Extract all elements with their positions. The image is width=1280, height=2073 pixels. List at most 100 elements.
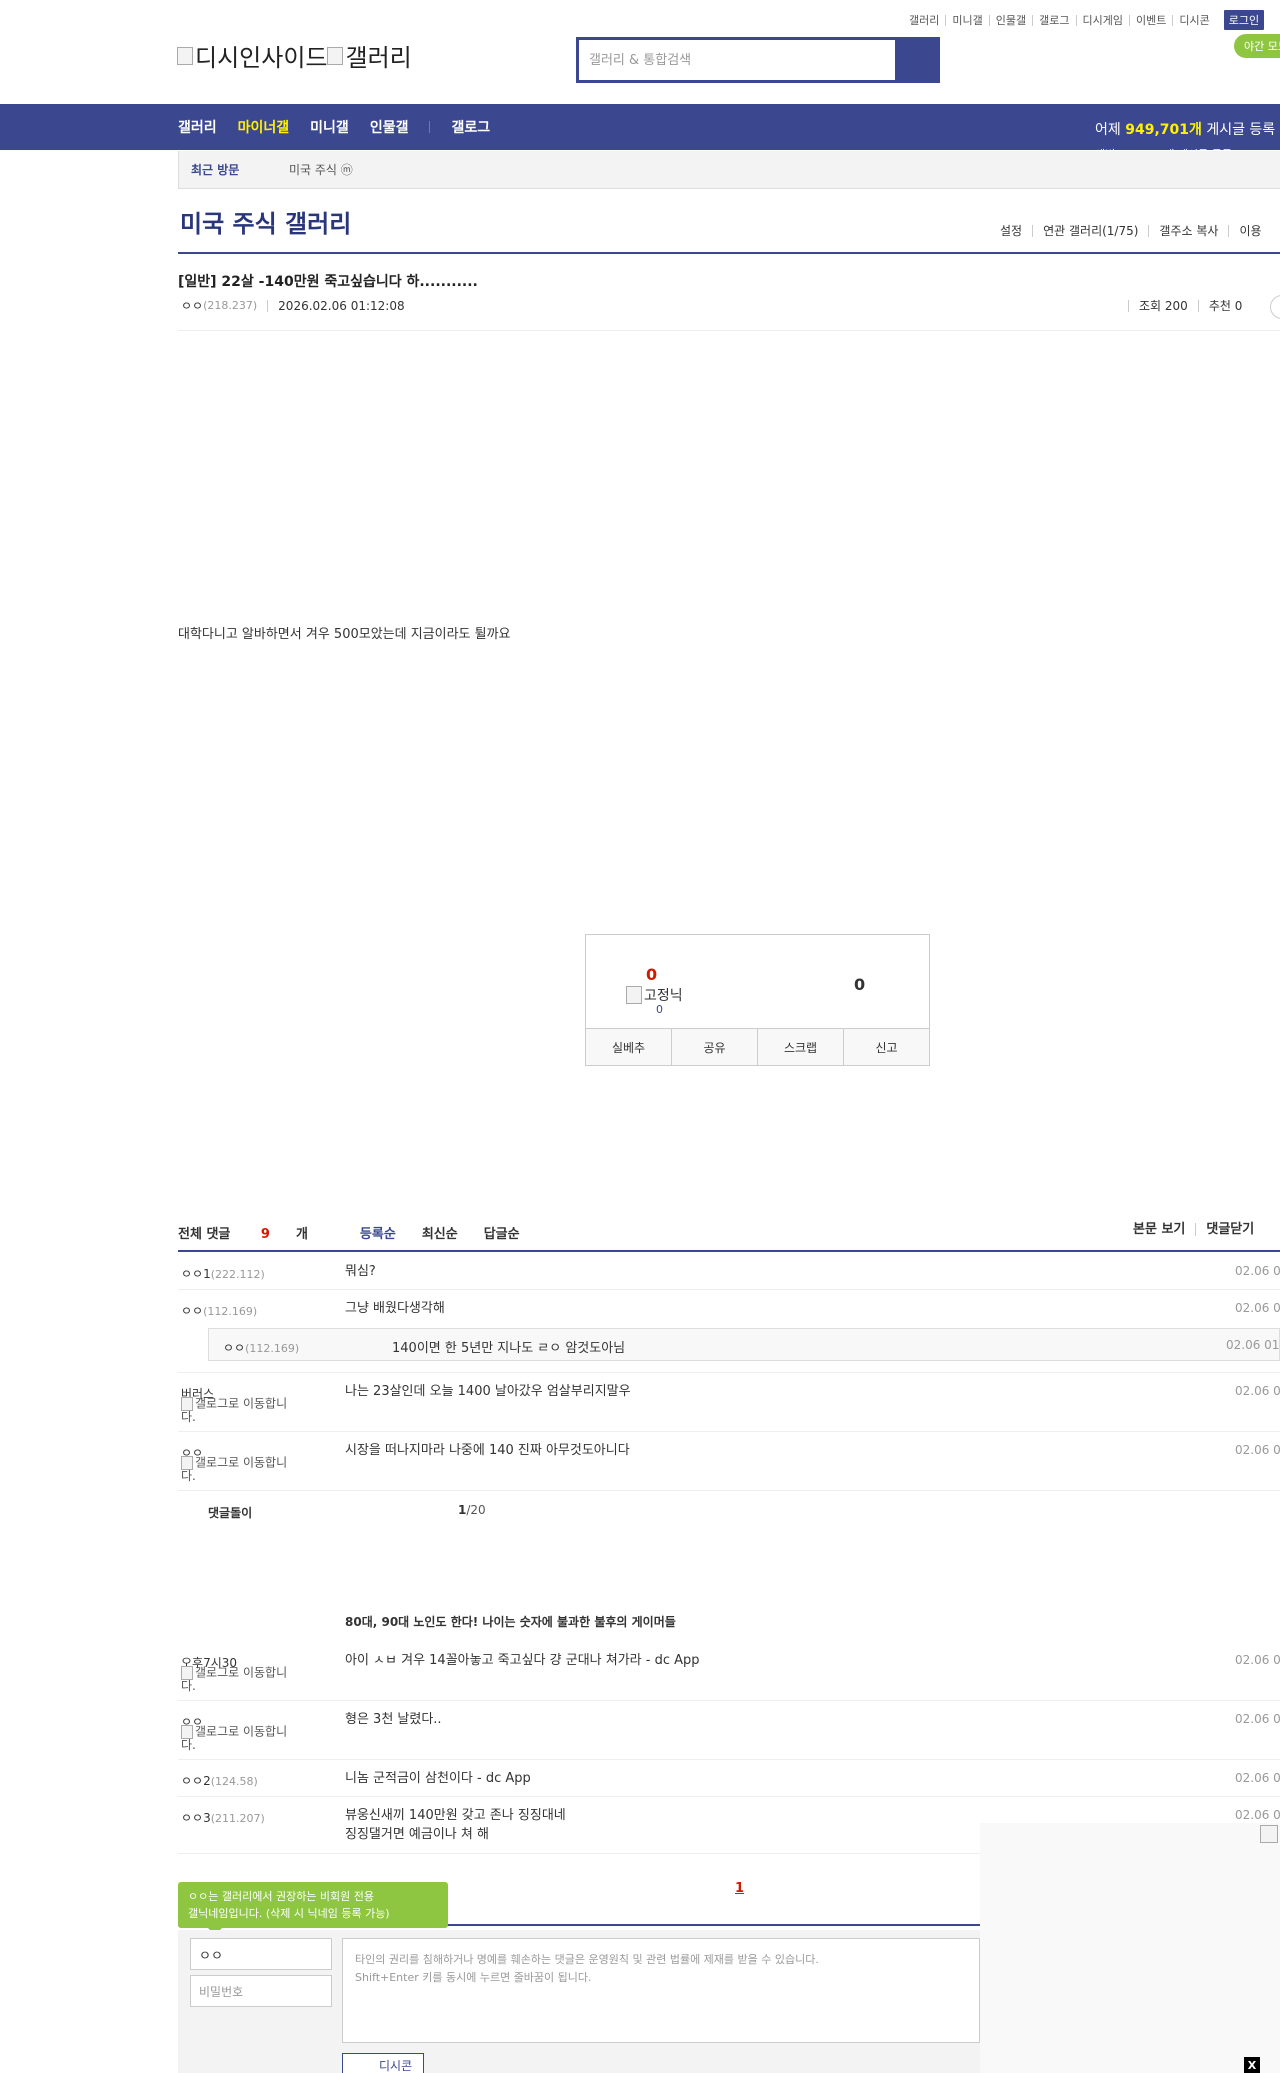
gallog-icon[interactable]: 갤로그로 이동합니다.	[181, 1666, 301, 1693]
gallery-menu-settings[interactable]: 설정	[990, 225, 1032, 237]
comment-nick-name: ㅇㅇ	[181, 1304, 204, 1318]
share-button[interactable]: 공유	[671, 1029, 757, 1065]
password-field[interactable]: 비밀번호	[190, 1975, 332, 2007]
top-link-dccon[interactable]: 디시콘	[1172, 14, 1215, 26]
comment-nick[interactable]: ㅇㅇ1(222.112)	[181, 1265, 265, 1282]
post-recommend-count: 추천 0	[1197, 300, 1253, 312]
nav-item-person-gallery[interactable]: 인물갤	[370, 117, 409, 137]
ad-close-button[interactable]: X	[1244, 2057, 1260, 2073]
night-mode-button[interactable]: 야간 모드	[1234, 34, 1280, 58]
comments-total: 전체 댓글 9 개	[178, 1223, 334, 1242]
recommend-up-count[interactable]: 0	[646, 965, 657, 984]
post-writer-nick[interactable]: ㅇㅇ	[181, 297, 203, 314]
dccon-button[interactable]: 디시콘	[342, 2053, 424, 2073]
comments-total-prefix: 전체 댓글	[178, 1227, 235, 1242]
comment-date: 02.06 01	[1235, 1264, 1280, 1278]
comment-text: 나는 23살인데 오늘 1400 날아갔우 엄살부리지말우	[345, 1384, 631, 1399]
comment-nick-name: ㅇㅇ1	[181, 1267, 211, 1281]
report-button[interactable]: 신고	[843, 1029, 929, 1065]
comment-date: 02.06 01	[1235, 1808, 1280, 1822]
site-logo[interactable]: 디시인사이드 갤러리	[177, 38, 412, 73]
top-link-event[interactable]: 이벤트	[1128, 14, 1172, 26]
recommend-down-count[interactable]: 0	[854, 975, 865, 994]
top-link-gallery[interactable]: 갤러리	[903, 15, 945, 26]
nickname-tooltip: ㅇㅇ는 갤러리에서 권장하는 비회원 전용 갤닉네임입니다. (삭제 시 닉네임…	[178, 1882, 448, 1936]
comment-date: 02.06 01	[1235, 1712, 1280, 1726]
post-stats: 조회 200 추천 0	[1128, 300, 1252, 312]
comment-text: 시장을 떠나지마라 나중에 140 진짜 아무것도아니다	[345, 1443, 630, 1458]
search-box	[576, 37, 940, 83]
gallery-title[interactable]: 미국 주식 갤러리	[180, 204, 351, 239]
sort-by-latest[interactable]: 최신순	[422, 1223, 458, 1242]
comment-row: ㅇㅇ 갤로그로 이동합니다. 시장을 떠나지마라 나중에 140 진짜 아무것도…	[178, 1433, 1280, 1491]
comment-text: 뷰웅신새끼 140만원 갖고 존나 징징대네	[345, 1808, 566, 1823]
reply-date: 02.06 01:1	[1226, 1338, 1280, 1352]
nav-item-gallery[interactable]: 갤러리	[178, 117, 217, 137]
comment-date: 02.06 01	[1235, 1301, 1280, 1315]
gallery-menu-usage[interactable]: 이용	[1228, 225, 1271, 237]
nav-item-mini-gallery[interactable]: 미니갤	[310, 117, 349, 137]
search-button[interactable]	[895, 40, 937, 80]
gallery-menu-copy-url[interactable]: 갤주소 복사	[1148, 225, 1228, 237]
nickname-field[interactable]: ㅇㅇ	[190, 1938, 332, 1970]
post-stat-prefix: 어제	[1095, 122, 1126, 138]
post-title: [일반] 22살 -140만원 죽고싶습니다 하...........	[178, 274, 478, 290]
gallery-logo-image[interactable]: 갤러리	[327, 38, 411, 73]
top-link-minigal[interactable]: 미니갤	[945, 14, 988, 26]
recent-visit-item[interactable]: 미국 주식 ⓜ	[289, 161, 353, 178]
comment-text: 니놈 군적금이 삼천이다 - dc App	[345, 1771, 531, 1786]
post-views: 조회 200	[1128, 300, 1198, 312]
comment-page-number[interactable]: 1	[735, 1881, 744, 1896]
login-button[interactable]: 로그인	[1223, 10, 1265, 30]
post-body: 대학다니고 알바하면서 겨우 500모았는데 지금이라도 튈까요	[178, 627, 511, 642]
comment-text: 뭐심?	[345, 1264, 376, 1279]
post-writer-ip: (218.237)	[203, 299, 258, 312]
textarea-placeholder-line1: 타인의 권리를 침해하거나 명예를 훼손하는 댓글은 운영원칙 및 관련 법률에…	[355, 1953, 819, 1966]
sort-by-registered[interactable]: 등록순	[360, 1223, 396, 1242]
gallog-icon[interactable]: 갤로그로 이동합니다.	[181, 1456, 301, 1483]
comment-text-line2: 징징댈거면 예금이나 쳐 해	[345, 1827, 489, 1842]
dcinside-logo-image[interactable]: 디시인사이드	[177, 38, 327, 73]
comment-text: 아이 ㅅㅂ 겨우 14꼴아놓고 죽고싶다 걍 군대나 쳐가라 - dc App	[345, 1653, 700, 1668]
post-option-button[interactable]	[1270, 295, 1280, 319]
top-link-persongal[interactable]: 인물갤	[988, 14, 1032, 26]
fixed-nick-count: 0	[656, 1003, 663, 1016]
top-link-gallog[interactable]: 갤로그	[1032, 14, 1075, 26]
news-headline[interactable]: 80대, 90대 노인도 한다! 나이는 숫자에 불과한 불후의 게이머들	[345, 1613, 676, 1630]
view-body-button[interactable]: 본문 보기	[1123, 1223, 1195, 1236]
gallery-title-divider	[178, 252, 1280, 254]
nav-divider	[429, 121, 431, 133]
comment-nick[interactable]: ㅇㅇ2(124.58)	[181, 1772, 258, 1789]
comment-nick[interactable]: ㅇㅇ(112.169)	[181, 1302, 257, 1319]
comment-date: 02.06 01	[1235, 1653, 1280, 1667]
search-input[interactable]	[579, 40, 895, 80]
gallog-icon[interactable]: 갤로그로 이동합니다.	[181, 1725, 301, 1752]
gallery-menu-related[interactable]: 연관 갤러리(1/75)	[1032, 225, 1148, 237]
comment-dory-label: 댓글돌이	[208, 1506, 253, 1520]
close-comments-button[interactable]: 댓글닫기	[1195, 1223, 1264, 1236]
comments-header: 전체 댓글 9 개 등록순 최신순 답글순 본문 보기 댓글닫기	[178, 1223, 1280, 1252]
comment-date: 02.06 01	[1235, 1384, 1280, 1398]
ad-panel: X	[980, 1823, 1280, 2073]
comment-text: 그냥 배웠다생각해	[345, 1301, 445, 1316]
comment-ip: (211.207)	[210, 1812, 265, 1825]
reply-text: 140이면 한 5년만 지나도 ㄹㅇ 암것도아님	[392, 1341, 626, 1356]
comment-nick[interactable]: ㅇㅇ3(211.207)	[181, 1809, 265, 1826]
nav-item-gallog[interactable]: 갤로그	[451, 117, 490, 137]
post-writer: ㅇㅇ (218.237) 2026.02.06 01:12:08	[181, 297, 405, 314]
comment-textarea[interactable]: 타인의 권리를 침해하거나 명예를 훼손하는 댓글은 운영원칙 및 관련 법률에…	[342, 1938, 980, 2043]
recent-visit-title[interactable]: 최근 방문	[179, 161, 289, 178]
comment-row: ㅇㅇ2(124.58) 니놈 군적금이 삼천이다 - dc App 02.06 …	[178, 1761, 1280, 1797]
top-link-dcgame[interactable]: 디시게임	[1075, 14, 1129, 26]
nav-item-minor-gallery[interactable]: 마이너갤	[238, 117, 290, 137]
comment-dory-pager[interactable]: 1/20	[458, 1503, 486, 1517]
silbechu-button[interactable]: 실베추	[586, 1029, 671, 1065]
sort-by-replies[interactable]: 답글순	[484, 1223, 520, 1242]
tooltip-line1: ㅇㅇ는 갤러리에서 권장하는 비회원 전용	[188, 1890, 375, 1903]
ad-info-icon[interactable]	[1260, 1825, 1278, 1843]
post-stat-suffix: 게시글 등록	[1201, 122, 1276, 138]
gallery-menu: 설정 연관 갤러리(1/75) 갤주소 복사 이용	[990, 225, 1272, 237]
reply-nick[interactable]: ㅇㅇ(112.169)	[223, 1339, 299, 1356]
gallog-icon[interactable]: 갤로그로 이동합니다.	[181, 1397, 301, 1424]
scrap-button[interactable]: 스크랩	[757, 1029, 843, 1065]
